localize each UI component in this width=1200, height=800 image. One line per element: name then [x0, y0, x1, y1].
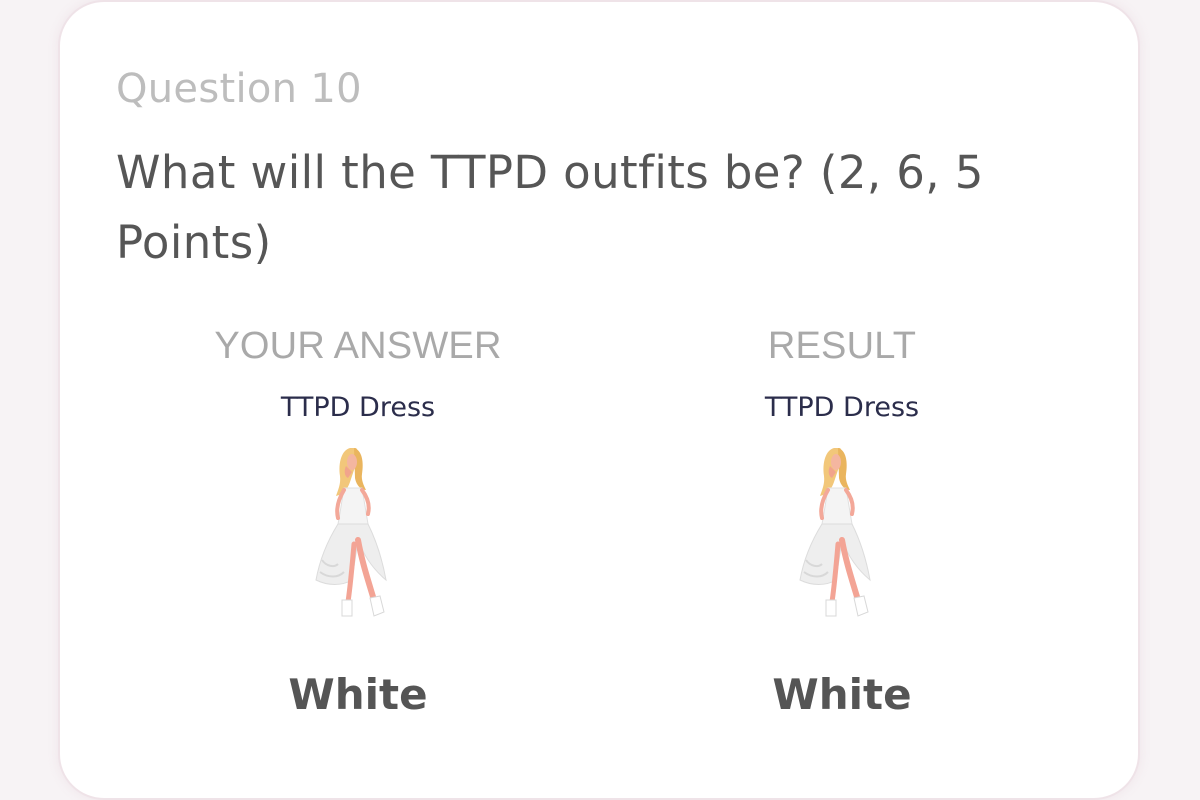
your-answer-color: White: [288, 670, 428, 719]
white-dress-illustration-icon: [315, 448, 387, 617]
white-dress-illustration-icon: [799, 448, 871, 617]
result-color: White: [772, 670, 912, 719]
your-answer-outfit-name: TTPD Dress: [280, 392, 436, 423]
result-column: RESULT TTPD Dress White: [632, 322, 1052, 722]
your-answer-column: YOUR ANSWER TTPD Dress White: [148, 322, 568, 722]
question-title: What will the TTPD outfits be? (2, 6, 5 …: [116, 146, 984, 269]
result-outfit-name: TTPD Dress: [764, 392, 920, 423]
question-number: Question 10: [116, 66, 362, 112]
result-header: RESULT: [767, 325, 917, 367]
your-answer-header: YOUR ANSWER: [214, 325, 502, 367]
